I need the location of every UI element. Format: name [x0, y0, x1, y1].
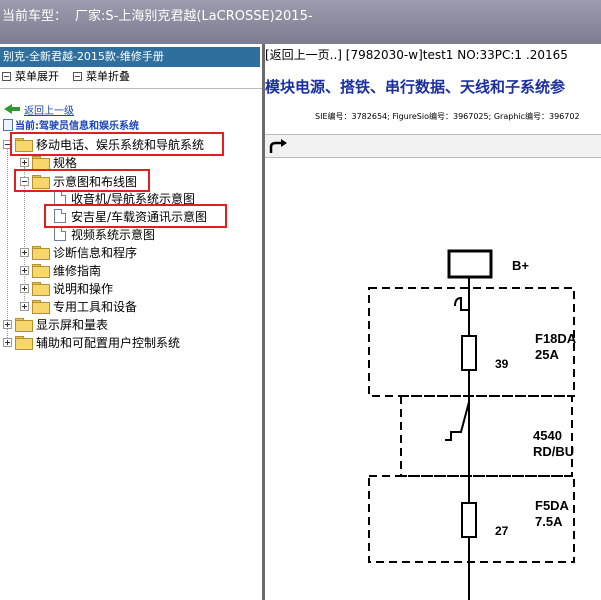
tree-item-label: 显示屏和量表 [36, 317, 109, 332]
highlight-box [44, 204, 227, 228]
tree-item-aux-configurable-controls[interactable]: 辅助和可配置用户控制系统 [3, 333, 180, 351]
current-location-label: 当前:驾驶员信息和娱乐系统 [15, 121, 139, 132]
folder-icon [32, 281, 50, 296]
document-pane: [返回上一页..] [7982030-w]test1 NO:33PC:1 .20… [265, 44, 601, 600]
tree-item-label: 专用工具和设备 [53, 299, 138, 314]
tree-item-label: 视频系统示意图 [71, 227, 156, 242]
book-icon [3, 118, 13, 131]
folder-icon [32, 245, 50, 260]
expand-toggle-icon[interactable] [20, 283, 29, 293]
diagram-toolbar [265, 134, 601, 158]
document-title: 模块电源、搭铁、串行数据、天线和子系统参 [265, 78, 566, 96]
collapse-icon [73, 71, 82, 81]
fuse1-rating: 25A [535, 347, 559, 362]
expand-toggle-icon[interactable] [3, 337, 12, 347]
divider [0, 88, 262, 89]
current-location: 当前:驾驶员信息和娱乐系统 [3, 117, 139, 132]
tree-item-label: 诊断信息和程序 [53, 245, 138, 260]
highlight-box [14, 169, 150, 192]
menu-collapse-button[interactable]: 菜单折叠 [73, 68, 130, 84]
tree-item-diagnostics[interactable]: 诊断信息和程序 [20, 243, 137, 261]
tree-connector [7, 149, 8, 342]
fuse1-name: F18DA [535, 331, 577, 346]
fuse-icon [461, 335, 477, 371]
tree-item-label: 规格 [53, 155, 78, 170]
folder-icon [32, 263, 50, 278]
menu-expand-label: 菜单展开 [15, 70, 59, 83]
menu-expand-button[interactable]: 菜单展开 [2, 68, 59, 84]
wire-circuit-number: 4540 [533, 428, 562, 443]
vehicle-model-label: 当前车型： [2, 9, 68, 24]
battery-label: B+ [512, 258, 529, 273]
back-arrow-icon [4, 104, 20, 115]
tree-item-description-operation[interactable]: 说明和操作 [20, 279, 113, 297]
vehicle-model-text: 当前车型： 厂家:S-上海别克君越(LaCROSSE)2015- [2, 5, 313, 24]
document-nav-line[interactable]: [返回上一页..] [7982030-w]test1 NO:33PC:1 .20… [265, 46, 568, 63]
connector-hook-icon [454, 296, 469, 311]
expand-toggle-icon[interactable] [20, 247, 29, 257]
battery-terminal-icon [447, 249, 493, 279]
fuse-icon [461, 502, 477, 538]
expand-toggle-icon[interactable] [20, 157, 29, 167]
tree-item-label: 说明和操作 [53, 281, 114, 296]
expand-icon [2, 71, 11, 81]
tree-item-displays-gauges[interactable]: 显示屏和量表 [3, 315, 108, 333]
document-meta: SIE编号：3782654; FigureSio编号：3967025; Grap… [315, 112, 580, 121]
wire-color: RD/BU [533, 444, 574, 459]
fuse2-pin: 27 [495, 524, 509, 538]
folder-icon [32, 155, 50, 170]
expand-toggle-icon[interactable] [20, 265, 29, 275]
back-link[interactable]: 返回上一级 [4, 102, 74, 117]
folder-icon [15, 335, 33, 350]
menu-collapse-label: 菜单折叠 [86, 70, 130, 83]
fuse2-name: F5DA [535, 498, 570, 513]
document-icon [54, 191, 66, 205]
title-bar: 当前车型： 厂家:S-上海别克君越(LaCROSSE)2015- [0, 0, 601, 44]
tree-item-repair-guide[interactable]: 维修指南 [20, 261, 101, 279]
tree-item-label: 辅助和可配置用户控制系统 [36, 335, 181, 350]
folder-icon [15, 317, 33, 332]
folder-icon [32, 299, 50, 314]
switch-contact-icon [445, 401, 470, 441]
manual-tree-pane: 别克-全新君越-2015款-维修手册 菜单展开 菜单折叠 返回上一级 当前:驾驶… [0, 44, 262, 600]
expand-toggle-icon[interactable] [3, 319, 12, 329]
document-icon [54, 227, 66, 241]
fuse2-rating: 7.5A [535, 514, 563, 529]
tree-item-special-tools[interactable]: 专用工具和设备 [20, 297, 137, 315]
expand-toggle-icon[interactable] [20, 301, 29, 311]
tree-item-label: 维修指南 [53, 263, 102, 278]
highlight-box [10, 132, 224, 156]
vehicle-maker: 厂家:S-上海别克君越(LaCROSSE)2015- [75, 9, 313, 24]
fuse1-pin: 39 [495, 357, 509, 371]
tree-menu: 菜单展开 菜单折叠 [2, 68, 130, 84]
manual-title: 别克-全新君越-2015款-维修手册 [0, 47, 260, 67]
wiring-schematic: B+ F18DA 25A 39 4540 RD/BU F5DA 7.5A 27 [368, 249, 577, 600]
back-link-label: 返回上一级 [24, 106, 74, 117]
undo-arrow-icon[interactable] [267, 137, 289, 157]
